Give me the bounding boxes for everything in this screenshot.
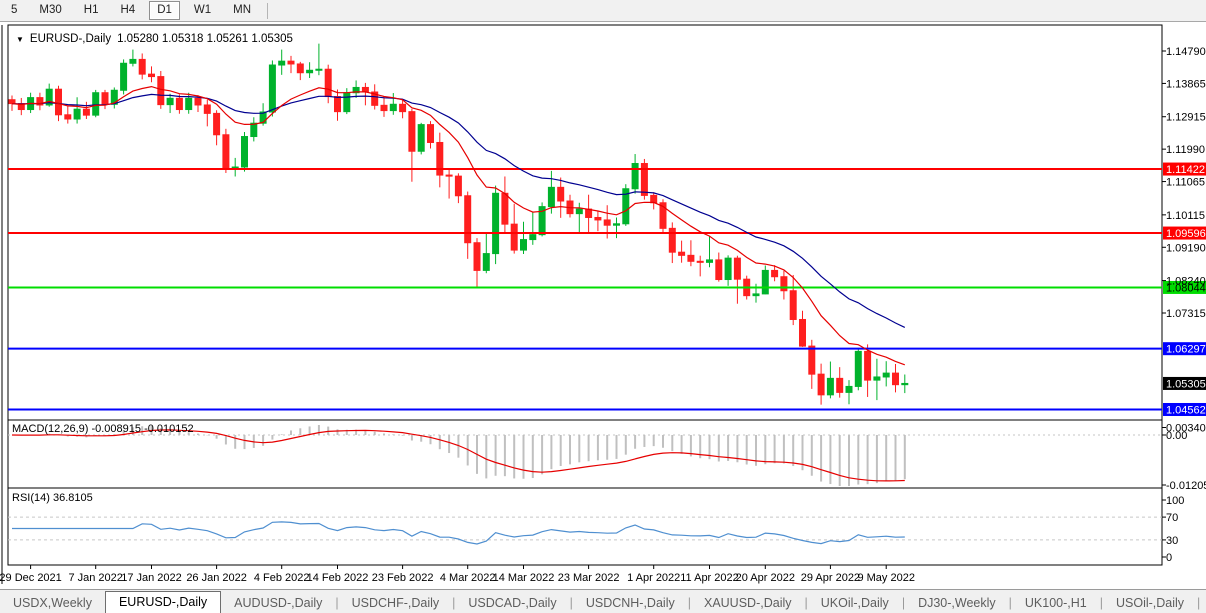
svg-text:1.04562: 1.04562 xyxy=(1166,404,1206,416)
svg-text:1.05305: 1.05305 xyxy=(1166,378,1206,390)
rsi-indicator-label: RSI(14) 36.8105 xyxy=(12,492,93,504)
svg-text:1.13865: 1.13865 xyxy=(1166,78,1206,90)
price-axis: 1.114221.095961.080441.062971.045621.053… xyxy=(1162,46,1206,416)
tab-uk100-h1[interactable]: UK100-,H1 xyxy=(1012,593,1100,613)
timeframe-toolbar: 5 M30 H1 H4 D1 W1 MN xyxy=(0,0,1206,22)
tab-hk50-i[interactable]: HK50-,I xyxy=(1200,593,1206,613)
svg-text:11 Apr 2022: 11 Apr 2022 xyxy=(680,572,739,584)
svg-text:17 Jan 2022: 17 Jan 2022 xyxy=(121,572,182,584)
svg-text:26 Jan 2022: 26 Jan 2022 xyxy=(186,572,247,584)
svg-text:1.08240: 1.08240 xyxy=(1166,276,1206,288)
svg-text:1.10115: 1.10115 xyxy=(1166,210,1205,222)
tab-eurusd-daily[interactable]: EURUSD-,Daily xyxy=(105,591,221,613)
svg-text:4 Feb 2022: 4 Feb 2022 xyxy=(254,572,310,584)
timeframe-button-M30[interactable]: M30 xyxy=(31,1,69,20)
svg-text:23 Mar 2022: 23 Mar 2022 xyxy=(558,572,620,584)
svg-text:14 Mar 2022: 14 Mar 2022 xyxy=(493,572,555,584)
tab-audusd-daily[interactable]: AUDUSD-,Daily xyxy=(221,593,335,613)
svg-text:1.06297: 1.06297 xyxy=(1166,344,1206,356)
svg-text:9 May 2022: 9 May 2022 xyxy=(857,572,914,584)
svg-text:1.14790: 1.14790 xyxy=(1166,46,1206,58)
svg-text:1.09190: 1.09190 xyxy=(1166,242,1206,254)
timeframe-button-5[interactable]: 5 xyxy=(3,1,25,20)
svg-text:0.00: 0.00 xyxy=(1166,430,1187,442)
symbol-tab-bar: USDX,WeeklyEURUSD-,DailyAUDUSD-,Daily|US… xyxy=(0,589,1206,613)
svg-text:29 Apr 2022: 29 Apr 2022 xyxy=(801,572,860,584)
svg-text:7 Jan 2022: 7 Jan 2022 xyxy=(68,572,122,584)
tab-dj30-weekly[interactable]: DJ30-,Weekly xyxy=(905,593,1009,613)
timeframe-button-W1[interactable]: W1 xyxy=(186,1,219,20)
svg-text:0: 0 xyxy=(1166,552,1172,564)
svg-text:1.11065: 1.11065 xyxy=(1166,177,1205,189)
svg-text:30: 30 xyxy=(1166,535,1178,547)
timeframe-button-H1[interactable]: H1 xyxy=(76,1,107,20)
timeframe-button-MN[interactable]: MN xyxy=(225,1,259,20)
chart-symbol-label: EURUSD-,Daily xyxy=(30,33,111,45)
tab-usdcad-daily[interactable]: USDCAD-,Daily xyxy=(455,593,569,613)
svg-text:20 Apr 2022: 20 Apr 2022 xyxy=(736,572,795,584)
toolbar-separator xyxy=(267,3,268,19)
tab-xauusd-daily[interactable]: XAUUSD-,Daily xyxy=(691,593,805,613)
tab-usdcnh-daily[interactable]: USDCNH-,Daily xyxy=(573,593,688,613)
svg-text:14 Feb 2022: 14 Feb 2022 xyxy=(307,572,369,584)
svg-text:1.11990: 1.11990 xyxy=(1166,144,1205,156)
svg-text:29 Dec 2021: 29 Dec 2021 xyxy=(0,572,62,584)
svg-text:1.07315: 1.07315 xyxy=(1166,308,1206,320)
svg-text:70: 70 xyxy=(1166,512,1178,524)
tab-ukoil-daily[interactable]: UKOil-,Daily xyxy=(808,593,902,613)
tab-usoil-daily[interactable]: USOil-,Daily xyxy=(1103,593,1197,613)
timeframe-button-D1[interactable]: D1 xyxy=(149,1,180,20)
svg-text:1 Apr 2022: 1 Apr 2022 xyxy=(627,572,680,584)
chart-canvas[interactable]: 1.114221.095961.080441.062971.045621.053… xyxy=(0,22,1206,589)
date-axis: 29 Dec 2021 7 Jan 202217 Jan 2022 26 Jan 2… xyxy=(0,565,915,584)
chart-title: ▼ EURUSD-,Daily 1.05280 1.05318 1.05261 … xyxy=(16,33,293,45)
chart-ohlc-values: 1.05280 1.05318 1.05261 1.05305 xyxy=(117,33,293,45)
macd-indicator-label: MACD(12,26,9) -0.008915 -0.010152 xyxy=(12,423,194,435)
svg-text:1.09596: 1.09596 xyxy=(1166,228,1206,240)
svg-text:1.11422: 1.11422 xyxy=(1166,164,1205,176)
chart-window: 1.114221.095961.080441.062971.045621.053… xyxy=(0,22,1206,589)
tab-usdchf-daily[interactable]: USDCHF-,Daily xyxy=(339,593,453,613)
svg-text:1.12915: 1.12915 xyxy=(1166,112,1206,124)
svg-text:100: 100 xyxy=(1166,495,1184,507)
symbol-dropdown-icon[interactable]: ▼ xyxy=(16,35,24,44)
svg-text:-0.01205: -0.01205 xyxy=(1166,480,1206,492)
timeframe-button-H4[interactable]: H4 xyxy=(112,1,143,20)
tab-usdx-weekly[interactable]: USDX,Weekly xyxy=(0,593,105,613)
svg-text:4 Mar 2022: 4 Mar 2022 xyxy=(440,572,496,584)
svg-text:23 Feb 2022: 23 Feb 2022 xyxy=(372,572,434,584)
